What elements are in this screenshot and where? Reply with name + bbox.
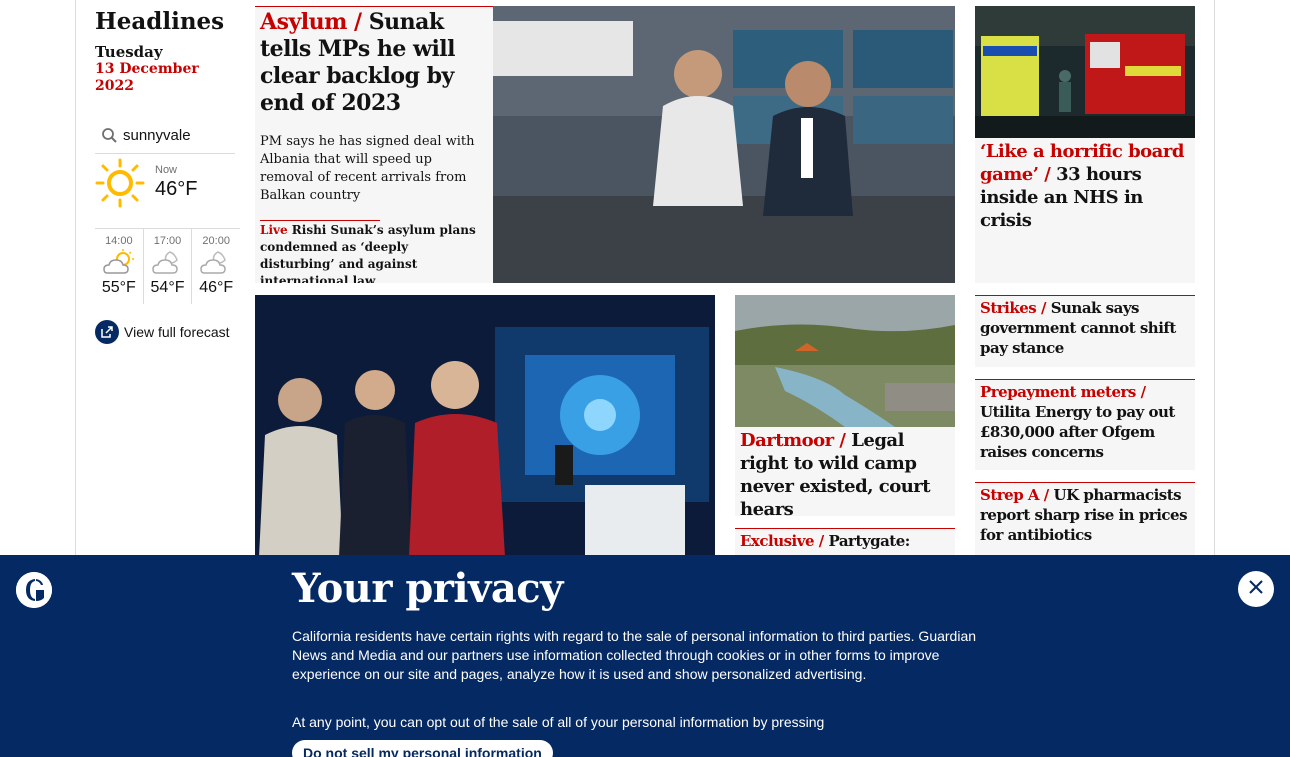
prepayment-story-title[interactable]: Utilita Energy to pay out £830,000 after… bbox=[980, 403, 1175, 461]
card-divider bbox=[975, 482, 1195, 483]
partygate-story-kicker: Exclusive / bbox=[740, 532, 824, 550]
partygate-story-title[interactable]: Partygate: bbox=[828, 532, 910, 550]
live-text[interactable]: Rishi Sunak’s asylum plans condemned as … bbox=[260, 223, 476, 283]
fusion-story-card[interactable] bbox=[255, 295, 715, 557]
weather-now: Now 46°F bbox=[95, 156, 235, 226]
consent-body-optout: At any point, you can opt out of the sal… bbox=[292, 714, 825, 730]
consent-body: California residents have certain rights… bbox=[292, 628, 977, 682]
prepayment-story-kicker: Prepayment meters / bbox=[980, 383, 1146, 401]
forecast-temp: 54°F bbox=[150, 279, 185, 296]
partygate-story-headline[interactable]: Exclusive / Partygate: bbox=[740, 531, 952, 551]
strikes-story-kicker: Strikes / bbox=[980, 299, 1046, 317]
forecast-temp: 46°F bbox=[199, 279, 234, 296]
dartmoor-story-card[interactable]: Dartmoor / Legal right to wild camp neve… bbox=[735, 295, 955, 516]
weather-now-temp: 46°F bbox=[155, 178, 198, 200]
main-story-image[interactable] bbox=[493, 6, 955, 283]
strep-story-card[interactable]: Strep A / UK pharmacists report sharp ri… bbox=[975, 482, 1195, 562]
close-icon bbox=[1248, 579, 1264, 599]
main-story-standfirst: PM says he has signed deal with Albania … bbox=[260, 134, 475, 203]
nhs-story-headline[interactable]: ‘Like a horrific board game’ / 33 hours … bbox=[980, 140, 1192, 232]
forecast-time: 20:00 bbox=[202, 235, 230, 247]
close-consent-button[interactable] bbox=[1238, 571, 1274, 607]
strikes-story-headline[interactable]: Strikes / Sunak says government cannot s… bbox=[980, 298, 1192, 358]
section-date: 13 December 2022 bbox=[95, 61, 199, 94]
fusion-story-image[interactable] bbox=[255, 295, 715, 557]
card-divider bbox=[975, 379, 1195, 380]
section-title: Headlines bbox=[95, 8, 225, 35]
section-header: Headlines Tuesday 13 December 2022 bbox=[95, 8, 237, 95]
forecast-slot: 17:00 54°F bbox=[144, 229, 193, 304]
forecast-time: 17:00 bbox=[153, 235, 182, 247]
consent-title: Your privacy bbox=[292, 565, 563, 612]
guardian-logo-icon bbox=[16, 572, 52, 608]
main-story-kicker: Asylum / bbox=[260, 9, 362, 35]
forecast-time: 14:00 bbox=[105, 235, 133, 247]
cloudy-night-icon bbox=[144, 249, 192, 277]
card-divider bbox=[735, 528, 955, 529]
full-forecast-label[interactable]: View full forecast bbox=[124, 324, 230, 340]
dartmoor-story-headline[interactable]: Dartmoor / Legal right to wild camp neve… bbox=[740, 429, 952, 516]
full-forecast-link[interactable]: View full forecast bbox=[95, 320, 230, 344]
forecast-slot: 14:00 55°F bbox=[95, 229, 144, 304]
weather-forecast: 14:00 55°F 17:00 54°F 20:00 46°F bbox=[95, 228, 240, 304]
weather-now-label: Now bbox=[155, 164, 178, 176]
section-day: Tuesday bbox=[95, 43, 163, 61]
nhs-story-card[interactable]: ‘Like a horrific board game’ / 33 hours … bbox=[975, 6, 1195, 283]
privacy-consent-banner: Your privacy California residents have c… bbox=[0, 555, 1290, 757]
card-divider bbox=[975, 295, 1195, 296]
prepayment-story-headline[interactable]: Prepayment meters / Utilita Energy to pa… bbox=[980, 382, 1192, 462]
strikes-story-card[interactable]: Strikes / Sunak says government cannot s… bbox=[975, 295, 1195, 367]
search-icon bbox=[99, 125, 121, 147]
forecast-slot: 20:00 46°F bbox=[192, 229, 240, 304]
weather-location-value[interactable]: sunnyvale bbox=[123, 127, 191, 144]
prepayment-story-card[interactable]: Prepayment meters / Utilita Energy to pa… bbox=[975, 379, 1195, 470]
weather-location-search[interactable]: sunnyvale bbox=[95, 118, 235, 154]
strep-story-kicker: Strep A / bbox=[980, 486, 1049, 504]
dartmoor-story-kicker: Dartmoor / bbox=[740, 430, 846, 451]
external-link-icon bbox=[95, 320, 119, 344]
live-label: Live bbox=[260, 223, 288, 237]
do-not-sell-button[interactable]: Do not sell my personal information bbox=[292, 740, 553, 757]
live-divider bbox=[260, 220, 380, 221]
main-story-card[interactable]: Asylum / Sunak tells MPs he will clear b… bbox=[255, 6, 955, 283]
nhs-story-image[interactable] bbox=[975, 6, 1195, 138]
dartmoor-story-image[interactable] bbox=[735, 295, 955, 427]
cloudy-night-icon bbox=[192, 249, 240, 277]
sun-icon bbox=[95, 158, 145, 208]
main-story-headline[interactable]: Asylum / Sunak tells MPs he will clear b… bbox=[260, 9, 488, 117]
forecast-temp: 55°F bbox=[101, 279, 136, 296]
live-link[interactable]: Live Rishi Sunak’s asylum plans condemne… bbox=[260, 222, 486, 283]
partly-cloudy-icon bbox=[95, 249, 143, 277]
strep-story-headline[interactable]: Strep A / UK pharmacists report sharp ri… bbox=[980, 485, 1192, 545]
